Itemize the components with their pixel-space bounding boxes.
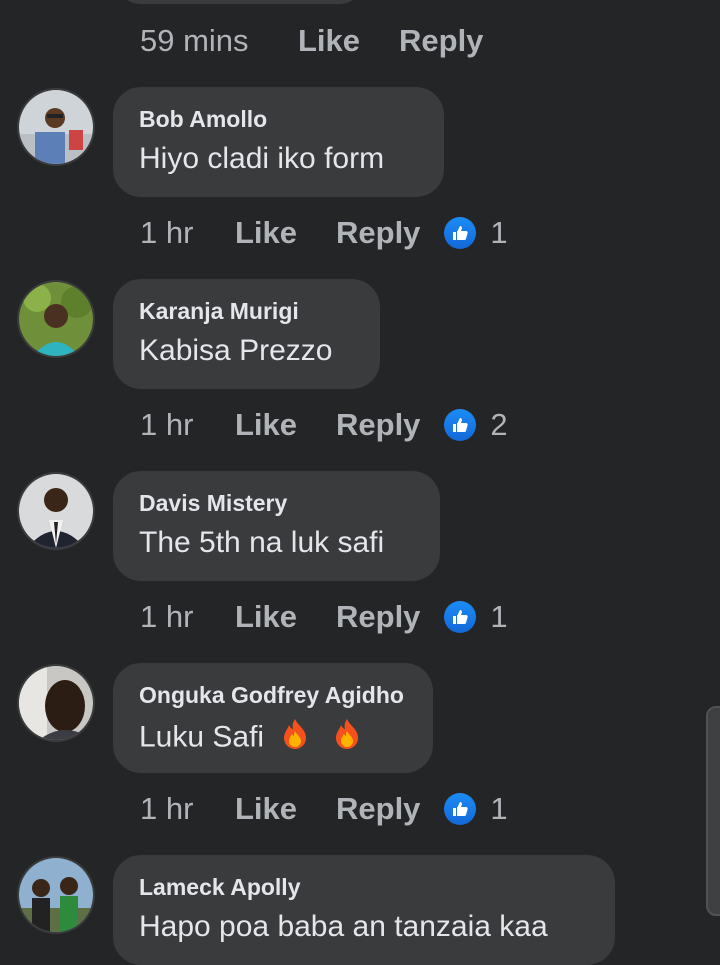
comment-time: 1 hr <box>140 791 194 826</box>
previous-comment-meta: 59 mins Like Reply <box>140 21 483 61</box>
comment-author[interactable]: Onguka Godfrey Agidho <box>139 681 407 709</box>
fire-emoji <box>330 717 364 760</box>
like-button[interactable]: Like <box>235 599 336 635</box>
comment-author[interactable]: Lameck Apolly <box>139 873 589 901</box>
comment-meta: 1 hr Like Reply 1 <box>140 597 508 637</box>
comment-text: Kabisa Prezzo <box>139 334 333 367</box>
reaction-count: 1 <box>490 791 508 826</box>
comment-bubble: Bob Amollo Hiyo cladi iko form <box>113 87 444 197</box>
thumbs-up-icon <box>444 217 477 249</box>
reaction-summary[interactable]: 2 <box>444 407 508 443</box>
like-button[interactable]: Like <box>298 23 399 59</box>
comment-text: Luku Safi <box>139 717 407 760</box>
thumbs-up-icon <box>444 793 477 825</box>
comment-time: 59 mins <box>140 23 249 58</box>
reply-button[interactable]: Reply <box>336 791 420 827</box>
comment-text-content: Luku Safi <box>139 720 265 754</box>
like-button[interactable]: Like <box>235 407 336 443</box>
reply-button[interactable]: Reply <box>336 215 420 251</box>
reaction-summary[interactable]: 1 <box>444 215 508 251</box>
avatar[interactable] <box>17 280 95 358</box>
comment-time: 1 hr <box>140 599 194 634</box>
avatar[interactable] <box>17 472 95 550</box>
comment-time: 1 hr <box>140 407 194 442</box>
comment-text: Hiyo cladi iko form <box>139 142 385 175</box>
avatar[interactable] <box>17 664 95 742</box>
fire-emoji <box>278 717 312 760</box>
comment-time: 1 hr <box>140 215 194 250</box>
comment-text: Hapo poa baba an tanzaia kaa <box>139 910 548 943</box>
comment-author[interactable]: Karanja Murigi <box>139 297 354 325</box>
scrollbar-handle[interactable] <box>706 706 720 916</box>
comment-bubble: Onguka Godfrey Agidho Luku Safi <box>113 663 433 773</box>
comment-author[interactable]: Davis Mistery <box>139 489 414 517</box>
comment-meta: 1 hr Like Reply 1 <box>140 213 508 253</box>
thumbs-up-icon <box>444 409 477 441</box>
reaction-count: 1 <box>490 599 508 634</box>
like-button[interactable]: Like <box>235 215 336 251</box>
previous-comment-bubble <box>118 0 362 4</box>
reaction-count: 1 <box>490 215 508 250</box>
comment-text: The 5th na luk safi <box>139 526 385 559</box>
comment-bubble: Lameck Apolly Hapo poa baba an tanzaia k… <box>113 855 615 965</box>
comment-meta: 1 hr Like Reply 1 <box>140 789 508 829</box>
comment-bubble: Davis Mistery The 5th na luk safi <box>113 471 440 581</box>
comment-author[interactable]: Bob Amollo <box>139 105 418 133</box>
thumbs-up-icon <box>444 601 477 633</box>
comment-meta: 1 hr Like Reply 2 <box>140 405 508 445</box>
reaction-summary[interactable]: 1 <box>444 791 508 827</box>
reply-button[interactable]: Reply <box>336 407 420 443</box>
reaction-summary[interactable]: 1 <box>444 599 508 635</box>
reply-button[interactable]: Reply <box>399 23 483 59</box>
avatar[interactable] <box>17 856 95 934</box>
comment-bubble: Karanja Murigi Kabisa Prezzo <box>113 279 380 389</box>
reaction-count: 2 <box>490 407 508 442</box>
like-button[interactable]: Like <box>235 791 336 827</box>
avatar[interactable] <box>17 88 95 166</box>
reply-button[interactable]: Reply <box>336 599 420 635</box>
